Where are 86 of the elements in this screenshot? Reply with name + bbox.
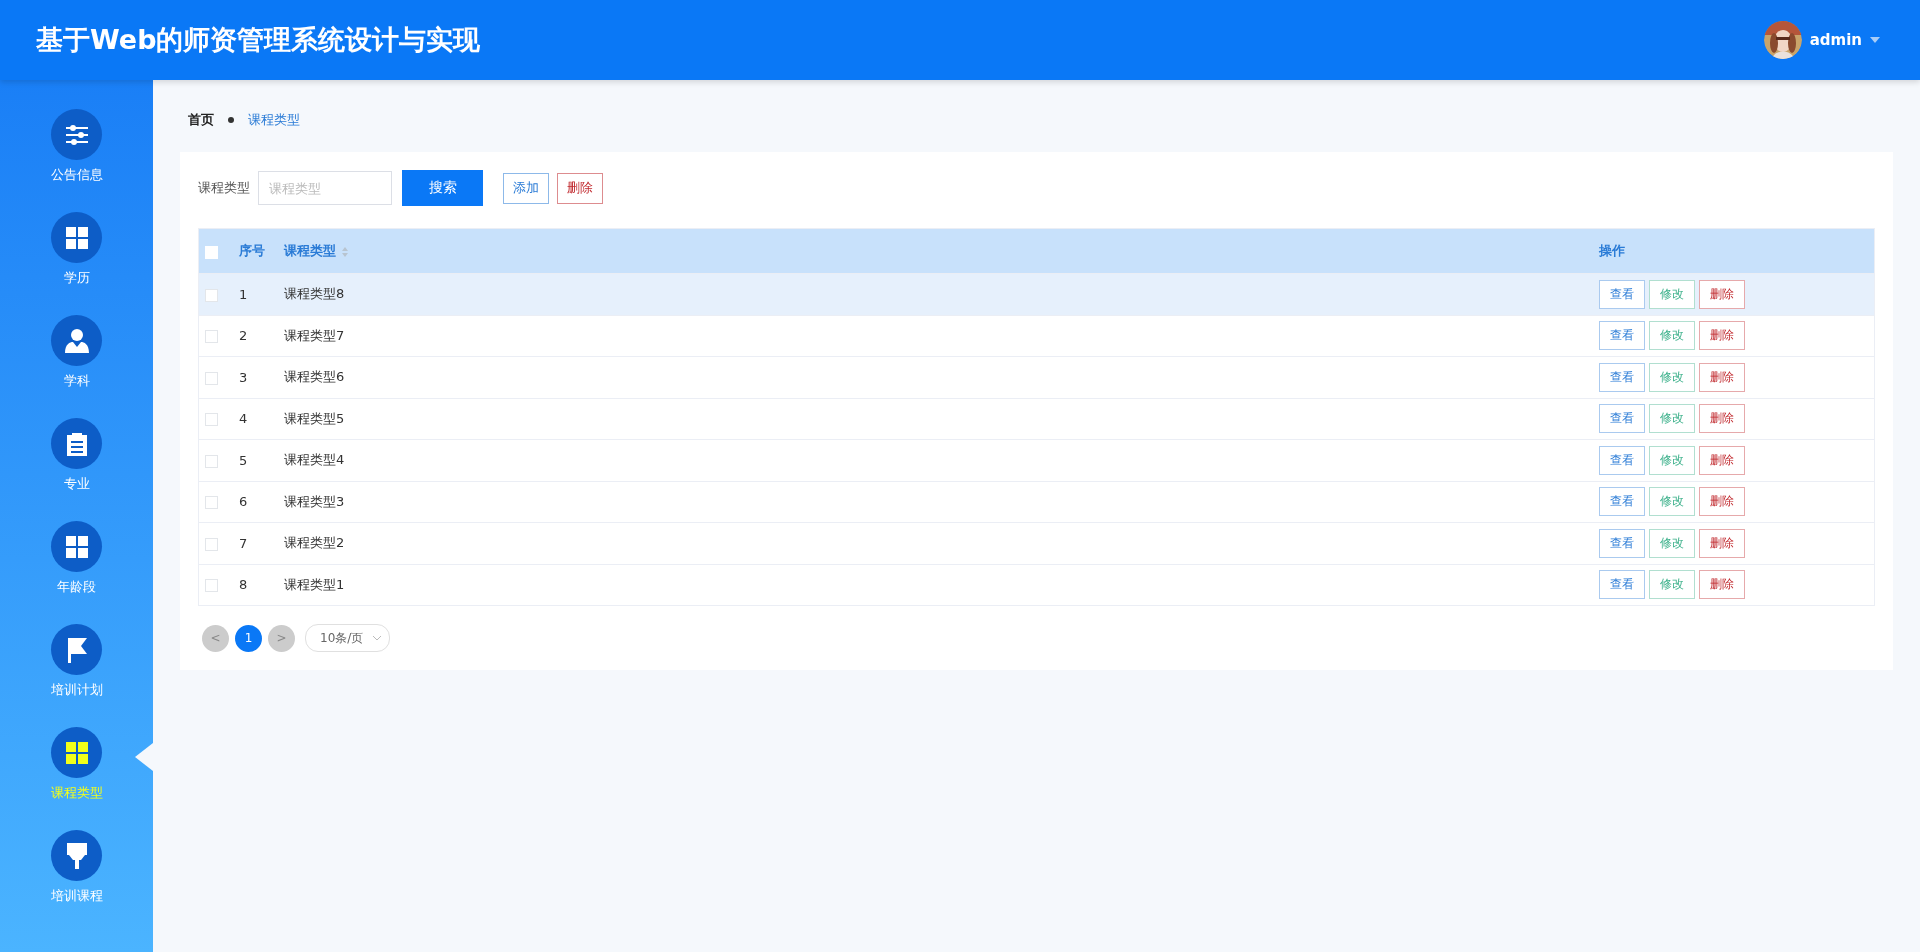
delete-button[interactable]: 删除 [1699, 362, 1745, 392]
select-all-checkbox[interactable] [205, 245, 218, 259]
row-checkbox[interactable] [205, 454, 218, 468]
view-button[interactable]: 查看 [1599, 445, 1645, 475]
column-header: 序号 [239, 228, 284, 274]
next-page-button[interactable]: > [268, 624, 295, 652]
delete-button[interactable]: 删除 [1699, 528, 1745, 558]
delete-button[interactable]: 删除 [1699, 445, 1745, 475]
table-cell: 课程类型1 [284, 564, 1599, 606]
active-pointer [135, 743, 153, 771]
delete-button[interactable]: 删除 [1699, 279, 1745, 309]
sliders-icon [64, 123, 89, 146]
row-checkbox[interactable] [205, 579, 218, 593]
edit-button[interactable]: 修改 [1649, 445, 1695, 475]
edit-button[interactable]: 修改 [1649, 321, 1695, 351]
view-button[interactable]: 查看 [1599, 528, 1645, 558]
table-cell: 2 [239, 315, 284, 357]
search-field[interactable]: 课程类型 [258, 171, 392, 205]
table-cell: 7 [239, 522, 284, 564]
app-title: 基于Web的师资管理系统设计与实现 [36, 23, 481, 57]
view-button[interactable]: 查看 [1599, 404, 1645, 434]
grid-icon [65, 226, 88, 249]
brush-icon [65, 841, 88, 870]
table-cell: 课程类型3 [284, 481, 1599, 523]
edit-button[interactable]: 修改 [1649, 528, 1695, 558]
row-checkbox[interactable] [205, 288, 218, 302]
row-checkbox[interactable] [205, 330, 218, 344]
table-cell: 课程类型8 [284, 273, 1599, 315]
edit-button[interactable]: 修改 [1649, 570, 1695, 600]
edit-button[interactable]: 修改 [1649, 404, 1695, 434]
table-cell: 6 [239, 481, 284, 523]
sidebar-item[interactable]: 培训计划 [0, 624, 153, 699]
sidebar-item[interactable]: 学科 [0, 315, 153, 390]
table-cell: 课程类型4 [284, 439, 1599, 481]
row-checkbox[interactable] [205, 496, 218, 510]
breadcrumb-current: 课程类型 [248, 111, 300, 129]
field-label: 课程类型 [198, 179, 250, 197]
clipboard-icon [66, 431, 87, 456]
prev-page-button[interactable]: < [202, 624, 229, 652]
separator-dot [228, 117, 234, 123]
view-button[interactable]: 查看 [1599, 321, 1645, 351]
edit-button[interactable]: 修改 [1649, 362, 1695, 392]
username[interactable]: admin [1809, 31, 1862, 49]
delete-button[interactable]: 删除 [1699, 487, 1745, 517]
delete-button[interactable]: 删除 [1699, 404, 1745, 434]
grid-icon [65, 741, 88, 764]
edit-button[interactable]: 修改 [1649, 487, 1695, 517]
view-button[interactable]: 查看 [1599, 487, 1645, 517]
user-icon [63, 327, 90, 354]
table-cell: 5 [239, 439, 284, 481]
table-cell: 3 [239, 356, 284, 398]
sidebar-item[interactable]: 公告信息 [0, 109, 153, 184]
sort-icon[interactable] [342, 246, 348, 257]
delete-button[interactable]: 删除 [557, 172, 603, 204]
table-cell: 课程类型5 [284, 398, 1599, 440]
table-cell: 8 [239, 564, 284, 606]
view-button[interactable]: 查看 [1599, 362, 1645, 392]
search-button[interactable]: 搜索 [402, 170, 483, 206]
table-cell: 1 [239, 273, 284, 315]
page-size-select[interactable]: 10条/页 [305, 624, 391, 652]
table-cell: 4 [239, 398, 284, 440]
caret-icon[interactable] [1870, 37, 1880, 43]
edit-button[interactable]: 修改 [1649, 279, 1695, 309]
table-cell: 课程类型2 [284, 522, 1599, 564]
sidebar-item[interactable]: 专业 [0, 418, 153, 493]
page-button[interactable]: 1 [235, 624, 262, 652]
delete-button[interactable]: 删除 [1699, 321, 1745, 351]
chevron-down-icon [373, 635, 382, 641]
table-cell: 课程类型7 [284, 315, 1599, 357]
row-checkbox[interactable] [205, 537, 218, 551]
breadcrumb-link[interactable]: 首页 [188, 111, 214, 129]
grid-icon [65, 535, 88, 558]
row-checkbox[interactable] [205, 371, 218, 385]
sidebar-item[interactable]: 课程类型 [0, 727, 153, 802]
sidebar-item[interactable]: 培训课程 [0, 830, 153, 905]
column-header: 操作 [1599, 228, 1875, 274]
sidebar-item[interactable]: 年龄段 [0, 521, 153, 596]
table-cell: 课程类型6 [284, 356, 1599, 398]
add-button[interactable]: 添加 [503, 172, 549, 204]
view-button[interactable]: 查看 [1599, 570, 1645, 600]
flag-icon [65, 635, 88, 664]
view-button[interactable]: 查看 [1599, 279, 1645, 309]
delete-button[interactable]: 删除 [1699, 570, 1745, 600]
column-header[interactable]: 课程类型 [284, 243, 336, 258]
sidebar-item[interactable]: 学历 [0, 212, 153, 287]
row-checkbox[interactable] [205, 413, 218, 427]
